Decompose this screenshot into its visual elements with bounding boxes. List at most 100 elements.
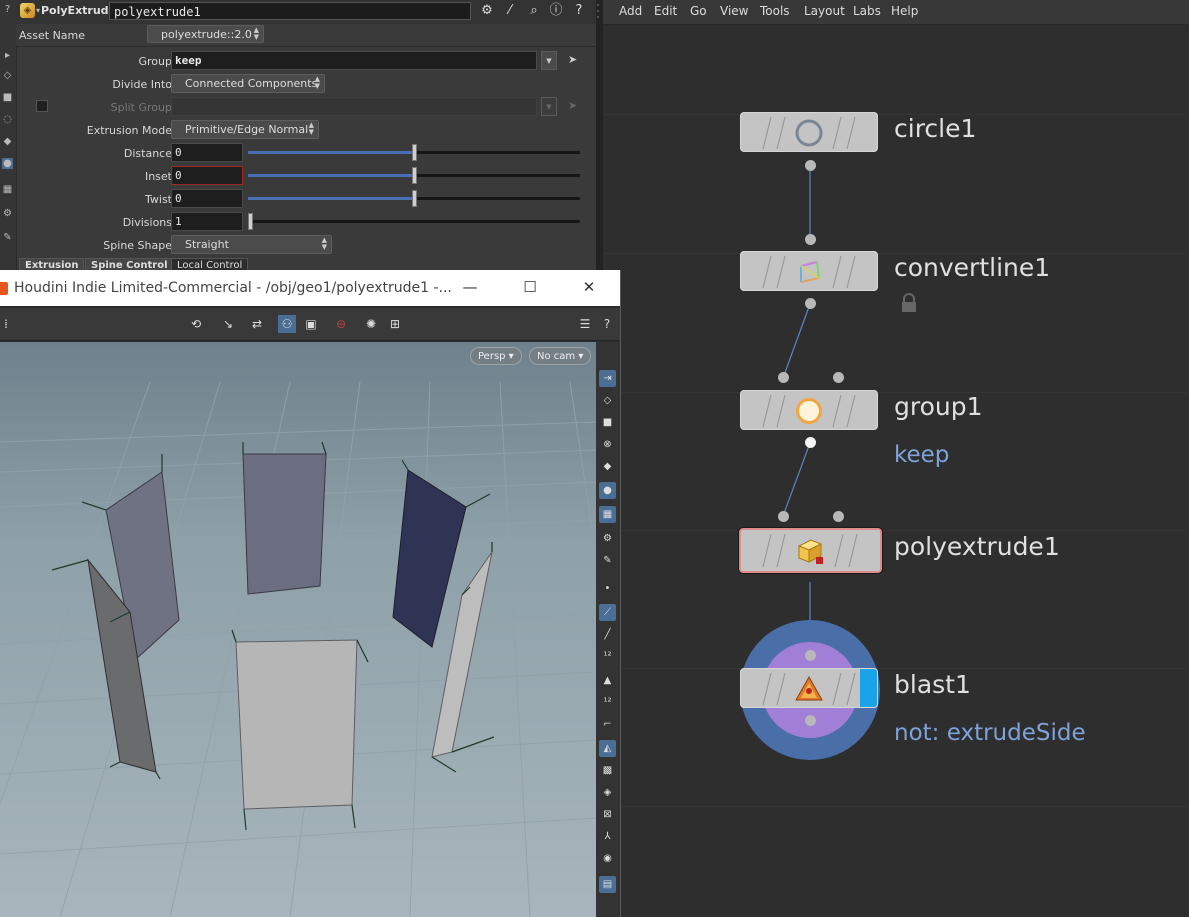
persp-menu[interactable]: Persp ▾	[470, 347, 522, 365]
camera-icon[interactable]: ✺	[362, 315, 380, 333]
extrusion-mode-menu[interactable]: Primitive/Edge Normal ▲ ▼	[171, 120, 319, 139]
axes-icon[interactable]: ⅄	[599, 828, 616, 845]
chevron-down-icon[interactable]: ▾	[36, 6, 40, 15]
select-tool-icon[interactable]: ▸	[2, 50, 13, 61]
output-port[interactable]	[805, 715, 816, 726]
tumble-icon[interactable]: ⟲	[187, 315, 205, 333]
close-button[interactable]: ✕	[574, 276, 604, 298]
twist-slider[interactable]	[248, 190, 580, 207]
wrench-icon[interactable]: ⚙	[2, 208, 13, 219]
paint-icon[interactable]: ✎	[2, 232, 13, 243]
point-numbers-icon[interactable]: ¹²	[599, 648, 616, 665]
input-port[interactable]	[833, 372, 844, 383]
polyextrude-type-icon[interactable]: ◈	[20, 3, 35, 18]
split-group-checkbox[interactable]	[36, 100, 48, 112]
info-icon[interactable]: ⓘ	[548, 3, 564, 19]
brush-icon[interactable]: ⁄	[502, 3, 518, 19]
spine-shape-menu[interactable]: Straight ▲ ▼	[171, 235, 332, 254]
viewport-3d[interactable]: Persp ▾ No cam ▾	[0, 342, 596, 917]
grid-icon[interactable]: ▦	[599, 506, 616, 523]
divisions-slider[interactable]	[248, 213, 580, 230]
shade-icon[interactable]: ◭	[599, 740, 616, 757]
uv-icon[interactable]: ◈	[599, 784, 616, 801]
select-tool-icon[interactable]: ⇥	[599, 370, 616, 387]
help-icon[interactable]: ?	[2, 4, 13, 15]
input-port[interactable]	[805, 650, 816, 661]
search-icon[interactable]: ⌕	[526, 3, 542, 19]
twist-field[interactable]: 0	[171, 189, 243, 208]
normals-icon[interactable]: ▲	[599, 672, 616, 689]
point-icon[interactable]: •	[599, 580, 616, 597]
input-port[interactable]	[805, 234, 816, 245]
display-flag[interactable]	[860, 669, 877, 707]
output-port[interactable]	[805, 437, 816, 448]
light-icon[interactable]: ◆	[2, 136, 13, 147]
snapshot-icon[interactable]: ▣	[302, 315, 320, 333]
tool-icon[interactable]: ◇	[2, 70, 13, 81]
lock-icon[interactable]: ■	[2, 92, 13, 103]
distance-field[interactable]: 0	[171, 143, 243, 162]
stop-icon[interactable]: ◉	[599, 850, 616, 867]
bulb-icon[interactable]: ●	[599, 482, 616, 499]
window-titlebar[interactable]: Houdini Indie Limited-Commercial - /obj/…	[0, 270, 620, 306]
node-group1[interactable]	[740, 390, 878, 430]
node-label-group1: group1	[894, 392, 983, 421]
display-options-icon[interactable]: ☰	[576, 315, 594, 333]
transform-icon[interactable]: ⇄	[248, 315, 266, 333]
divisions-slider-handle[interactable]	[248, 213, 253, 230]
node-name-field[interactable]: polyextrude1	[109, 2, 471, 20]
distance-slider-handle[interactable]	[412, 144, 417, 161]
camera-menu[interactable]: No cam ▾	[529, 347, 592, 365]
group-dropdown-button[interactable]: ▼	[541, 51, 557, 70]
input-port[interactable]	[778, 372, 789, 383]
gear-icon[interactable]: ⚙	[479, 3, 495, 19]
maximize-button[interactable]: ☐	[515, 276, 545, 298]
render-icon[interactable]: ▤	[599, 876, 616, 893]
light-icon[interactable]: ◆	[599, 458, 616, 475]
prim-icon[interactable]: ╱	[599, 626, 616, 643]
lock-icon[interactable]	[900, 293, 918, 313]
split-group-field[interactable]	[171, 97, 537, 116]
select-arrow-icon[interactable]: ➤	[568, 53, 577, 66]
paint-icon[interactable]: ✎	[599, 552, 616, 569]
group-field[interactable]: keep	[171, 51, 537, 70]
pan-icon[interactable]: ↘	[219, 315, 237, 333]
twist-slider-handle[interactable]	[412, 190, 417, 207]
output-port[interactable]	[805, 160, 816, 171]
grid-icon[interactable]: ▦	[2, 184, 13, 195]
bulb-icon[interactable]: ●	[2, 158, 13, 169]
select-arrow-icon[interactable]: ➤	[568, 99, 577, 112]
output-port[interactable]	[805, 298, 816, 309]
divisions-field[interactable]: 1	[171, 212, 243, 231]
grip-icon[interactable]: ⁞	[0, 315, 15, 333]
input-port[interactable]	[833, 511, 844, 522]
no-entry-icon[interactable]: ⊖	[332, 315, 350, 333]
pin-icon[interactable]: ⊗	[599, 436, 616, 453]
bbox-icon[interactable]: ⊠	[599, 806, 616, 823]
tool-icon[interactable]: ◇	[599, 392, 616, 409]
flipbook-icon[interactable]: ⊞	[386, 315, 404, 333]
asset-version-menu[interactable]: polyextrude::2.0 ▲ ▼	[147, 25, 264, 43]
input-port[interactable]	[778, 511, 789, 522]
texture-icon[interactable]: ▩	[599, 762, 616, 779]
pin-icon[interactable]: ◌	[2, 114, 13, 125]
minimize-button[interactable]: —	[455, 276, 485, 298]
inset-slider-handle[interactable]	[412, 167, 417, 184]
node-circle1[interactable]	[740, 112, 878, 152]
wrench-icon[interactable]: ⚙	[599, 530, 616, 547]
split-group-dropdown-button[interactable]: ▼	[541, 97, 557, 116]
node-blast1[interactable]	[740, 668, 878, 708]
node-polyextrude1[interactable]	[738, 527, 883, 574]
divide-into-menu[interactable]: Connected Components ▲ ▼	[171, 74, 325, 93]
inset-field[interactable]: 0	[171, 166, 243, 185]
edge-icon[interactable]: ⟋	[599, 604, 616, 621]
help-icon[interactable]: ?	[571, 3, 587, 19]
help-icon[interactable]: ?	[598, 315, 616, 333]
inset-slider[interactable]	[248, 167, 580, 184]
lock-icon[interactable]: ■	[599, 414, 616, 431]
distance-slider[interactable]	[248, 144, 580, 161]
guide-icon[interactable]: ⌐	[599, 716, 616, 733]
handle-icon[interactable]: ⚇	[278, 315, 296, 333]
node-convertline1[interactable]	[740, 251, 878, 291]
prim-numbers-icon[interactable]: ¹²	[599, 694, 616, 711]
